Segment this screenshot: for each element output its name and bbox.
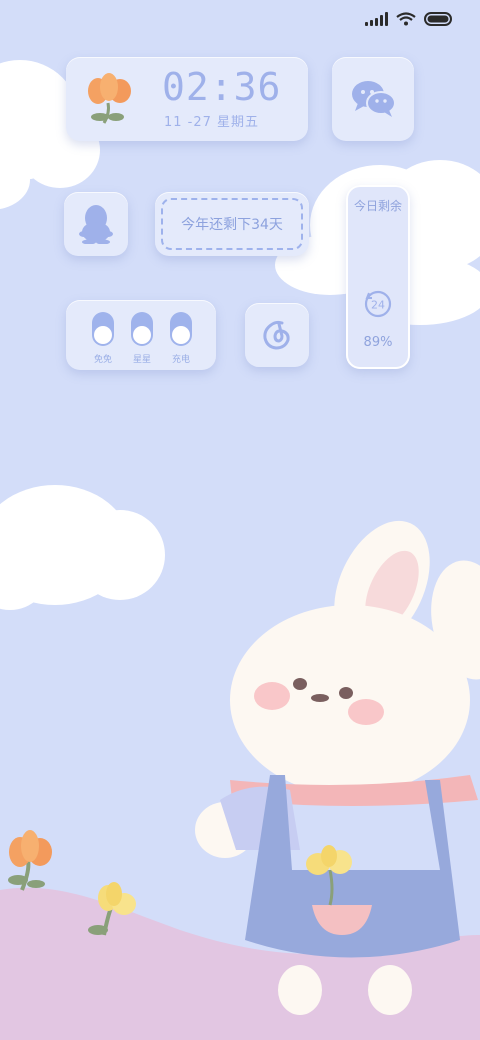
- toggle-knob: [94, 326, 112, 344]
- clock-date: 11 -27 星期五: [164, 115, 260, 130]
- wifi-icon: [396, 12, 416, 26]
- toggle-switch[interactable]: [92, 312, 114, 346]
- home-screen: 02:36 11 -27 星期五 今年还剩下34天 今日剩余 24 89% 免免…: [0, 0, 480, 1040]
- qq-penguin-icon: [79, 205, 113, 244]
- countdown-text: 今年还剩下34天: [161, 198, 303, 250]
- countdown-widget[interactable]: 今年还剩下34天: [155, 192, 309, 256]
- clock-24-icon: 24: [364, 290, 392, 318]
- toggle-switch[interactable]: [170, 312, 192, 346]
- qq-app-button[interactable]: [64, 192, 128, 256]
- battery-widget-title: 今日剩余: [353, 199, 402, 213]
- toggle-switch[interactable]: [131, 312, 153, 346]
- tulip-icon: [88, 73, 131, 124]
- netease-music-app-button[interactable]: [245, 303, 309, 367]
- battery-remaining-widget[interactable]: 今日剩余 24 89%: [346, 185, 410, 369]
- toggle-knob: [133, 326, 151, 344]
- wechat-icon: [352, 81, 396, 117]
- battery-icon: [424, 12, 452, 26]
- toggle-label: 充电: [171, 355, 190, 365]
- battery-percent-label: 89%: [363, 335, 393, 350]
- svg-text:24: 24: [371, 299, 385, 312]
- toggle-label: 星星: [132, 355, 151, 365]
- toggles-widget: 免免 星星 充电: [66, 300, 216, 370]
- wallpaper: [0, 0, 480, 1040]
- clock-widget[interactable]: 02:36 11 -27 星期五: [66, 57, 308, 141]
- netease-music-icon: [263, 320, 290, 350]
- toggle-knob: [172, 326, 190, 344]
- toggle-label: 免免: [93, 355, 112, 365]
- wechat-app-button[interactable]: [332, 57, 414, 141]
- cellular-signal-icon: [365, 12, 388, 26]
- clock-time: 02:36: [162, 65, 282, 109]
- status-bar: [365, 12, 454, 26]
